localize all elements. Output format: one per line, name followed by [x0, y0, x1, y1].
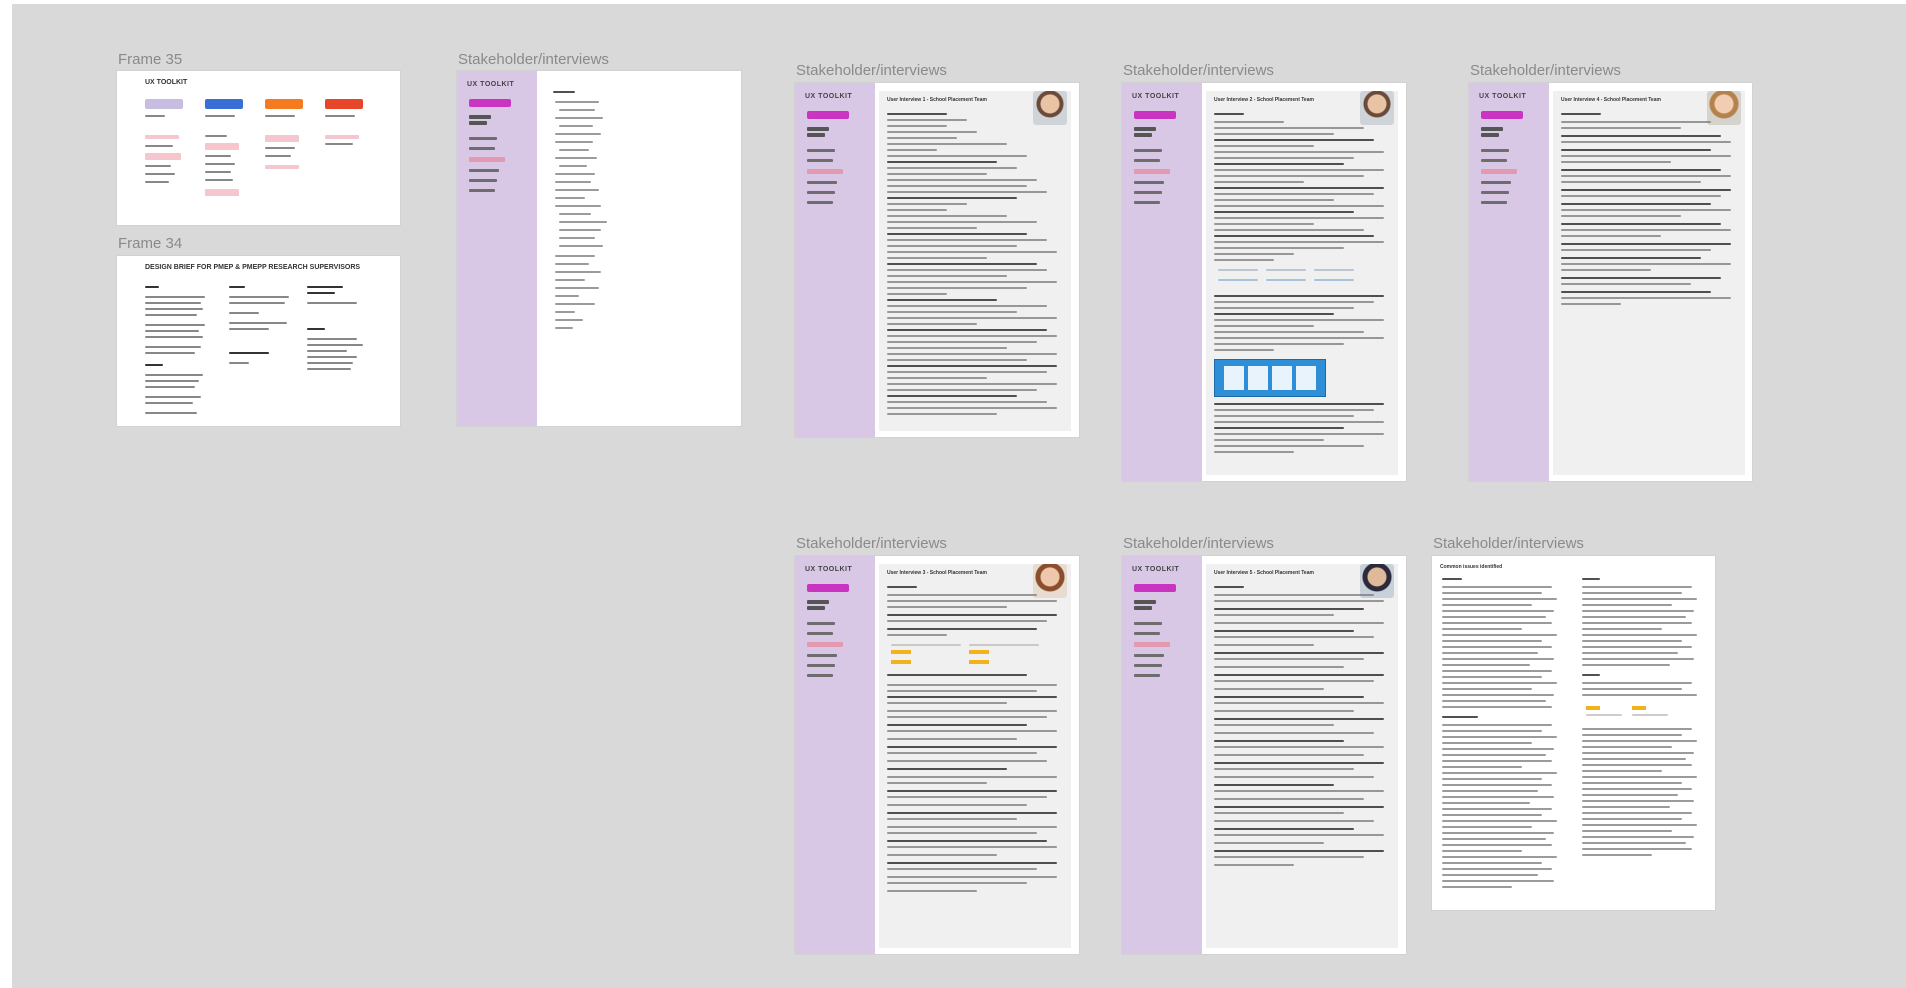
frame-label-stakeholder-common-issues[interactable]: Stakeholder/interviews [1433, 535, 1584, 552]
interview-title: User Interview 2 - School Placement Team [1214, 97, 1314, 103]
step-user-research [145, 99, 183, 109]
sidebar: UX TOOLKIT [1122, 556, 1202, 954]
stakeholder-frame-interview-3[interactable]: UX TOOLKIT User Interview 3 - School Pla… [795, 556, 1079, 954]
step-development [265, 99, 303, 109]
frame-35-title: UX TOOLKIT [145, 79, 188, 86]
document [541, 79, 733, 419]
stakeholder-frame-interview-2[interactable]: UX TOOLKIT User Interview 2 - School Pla… [1122, 83, 1406, 481]
frame-label-frame-34[interactable]: Frame 34 [118, 235, 182, 252]
interviewee-avatar [1033, 564, 1067, 598]
sidebar: UX TOOLKIT [1122, 83, 1202, 481]
interview-title: User Interview 5 - School Placement Team [1214, 570, 1314, 576]
sidebar-title: UX TOOLKIT [1132, 93, 1180, 100]
step-functional-design [205, 99, 243, 109]
stakeholder-frame-interview-1[interactable]: UX TOOLKIT User Interview 1 - School Pla… [795, 83, 1079, 437]
frame-label-stakeholder-interview-5[interactable]: Stakeholder/interviews [1123, 535, 1274, 552]
interviewee-avatar [1707, 91, 1741, 125]
frame-label-stakeholder-a[interactable]: Stakeholder/interviews [458, 51, 609, 68]
sidebar-title: UX TOOLKIT [1479, 93, 1527, 100]
sidebar: UX TOOLKIT [457, 71, 537, 426]
interview-title: User Interview 3 - School Placement Team [887, 570, 987, 576]
stakeholder-frame-common-issues[interactable]: Common issues identified [1432, 556, 1715, 910]
common-issues-title: Common issues identified [1440, 564, 1503, 570]
interview-document: User Interview 1 - School Placement Team [879, 91, 1071, 431]
interview-title: User Interview 1 - School Placement Team [887, 97, 987, 103]
sidebar: UX TOOLKIT [1469, 83, 1549, 481]
sidebar-title: UX TOOLKIT [805, 93, 853, 100]
sidebar-title: UX TOOLKIT [467, 81, 515, 88]
frame-label-stakeholder-interview-2[interactable]: Stakeholder/interviews [1123, 62, 1274, 79]
sidebar: UX TOOLKIT [795, 556, 875, 954]
stakeholder-frame-interview-4[interactable]: UX TOOLKIT User Interview 4 - School Pla… [1469, 83, 1752, 481]
frame-34-title: DESIGN BRIEF FOR PMEP & PMEPP RESEARCH S… [145, 264, 361, 271]
sidebar: UX TOOLKIT [795, 83, 875, 437]
frame-label-frame-35[interactable]: Frame 35 [118, 51, 182, 68]
sidebar-title: UX TOOLKIT [1132, 566, 1180, 573]
stakeholder-frame-interview-5[interactable]: UX TOOLKIT User Interview 5 - School Pla… [1122, 556, 1406, 954]
requirements-pill [469, 99, 511, 107]
interview-document: User Interview 4 - School Placement Team [1553, 91, 1745, 475]
frame-34-design-brief[interactable]: DESIGN BRIEF FOR PMEP & PMEPP RESEARCH S… [117, 256, 400, 426]
step-monitoring [325, 99, 363, 109]
interview-document: User Interview 3 - School Placement Team [879, 564, 1071, 948]
frame-35-ux-toolkit[interactable]: UX TOOLKIT [117, 71, 400, 225]
sidebar-title: UX TOOLKIT [805, 566, 853, 573]
interview-document: User Interview 5 - School Placement Team [1206, 564, 1398, 948]
frame-label-stakeholder-interview-4[interactable]: Stakeholder/interviews [1470, 62, 1621, 79]
interview-title: User Interview 4 - School Placement Team [1561, 97, 1661, 103]
interviewee-avatar [1033, 91, 1067, 125]
interview-document: User Interview 2 - School Placement Team [1206, 91, 1398, 475]
frame-label-stakeholder-interview-3[interactable]: Stakeholder/interviews [796, 535, 947, 552]
embedded-screenshot [1214, 359, 1326, 397]
design-canvas[interactable]: Frame 35 UX TOOLKIT Frame 34 DESIGN BRIE… [12, 4, 1906, 988]
stakeholder-frame-toolkit-overview[interactable]: UX TOOLKIT [457, 71, 741, 426]
interviewee-avatar [1360, 91, 1394, 125]
interviewee-avatar [1360, 564, 1394, 598]
frame-label-stakeholder-interview-1[interactable]: Stakeholder/interviews [796, 62, 947, 79]
